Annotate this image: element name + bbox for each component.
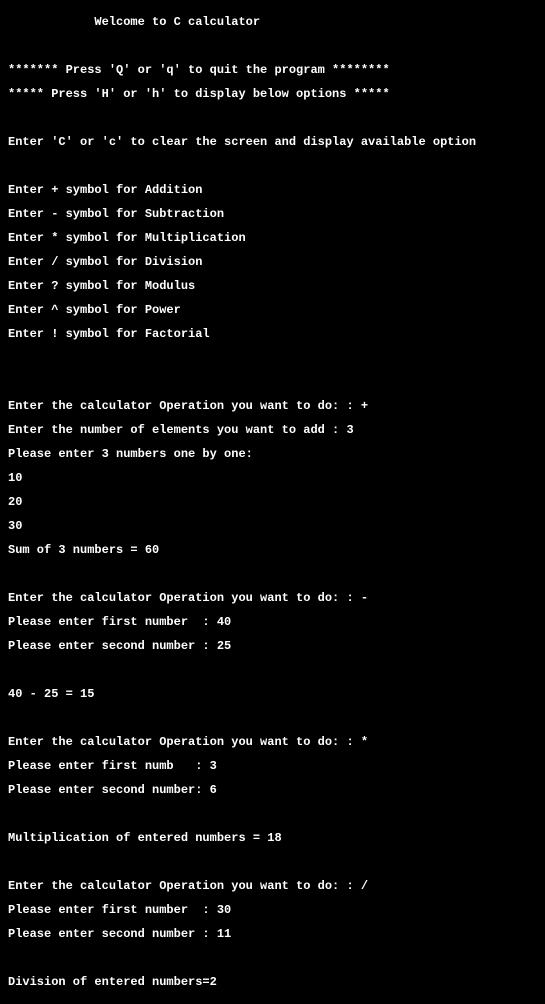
terminal-line: Please enter first number : 30: [8, 904, 537, 916]
terminal-line: Please enter first number : 40: [8, 616, 537, 628]
terminal-line: Please enter second number : 25: [8, 640, 537, 652]
terminal-line: [8, 664, 537, 676]
terminal-line: Enter 'C' or 'c' to clear the screen and…: [8, 136, 537, 148]
terminal-line: Enter the calculator Operation you want …: [8, 592, 537, 604]
terminal-line: [8, 376, 537, 388]
terminal-line: Enter ^ symbol for Power: [8, 304, 537, 316]
terminal-line: 30: [8, 520, 537, 532]
terminal-line: 20: [8, 496, 537, 508]
terminal-line: Division of entered numbers=2: [8, 976, 537, 988]
terminal-line: Multiplication of entered numbers = 18: [8, 832, 537, 844]
terminal-line: Enter / symbol for Division: [8, 256, 537, 268]
terminal-line: Enter the calculator Operation you want …: [8, 736, 537, 748]
terminal-line: Enter - symbol for Subtraction: [8, 208, 537, 220]
terminal-line: Please enter 3 numbers one by one:: [8, 448, 537, 460]
terminal-line: [8, 952, 537, 964]
terminal-line: ******* Press 'Q' or 'q' to quit the pro…: [8, 64, 537, 76]
terminal-line: Enter ? symbol for Modulus: [8, 280, 537, 292]
terminal-line: [8, 712, 537, 724]
terminal-line: Welcome to C calculator: [8, 16, 537, 28]
terminal-line: [8, 112, 537, 124]
terminal-line: Enter + symbol for Addition: [8, 184, 537, 196]
terminal-line: Enter the calculator Operation you want …: [8, 400, 537, 412]
terminal-line: [8, 160, 537, 172]
terminal-line: Enter the number of elements you want to…: [8, 424, 537, 436]
terminal-output: Welcome to C calculator ******* Press 'Q…: [0, 0, 545, 1004]
terminal-line: 40 - 25 = 15: [8, 688, 537, 700]
terminal-line: [8, 808, 537, 820]
terminal-line: Enter the calculator Operation you want …: [8, 880, 537, 892]
terminal-line: Please enter second number: 6: [8, 784, 537, 796]
terminal-line: [8, 352, 537, 364]
terminal-line: [8, 856, 537, 868]
terminal-line: Please enter first numb : 3: [8, 760, 537, 772]
terminal-line: 10: [8, 472, 537, 484]
terminal-line: [8, 568, 537, 580]
terminal-line: Sum of 3 numbers = 60: [8, 544, 537, 556]
terminal-line: [8, 40, 537, 52]
terminal-line: ***** Press 'H' or 'h' to display below …: [8, 88, 537, 100]
terminal-line: Please enter second number : 11: [8, 928, 537, 940]
terminal-line: Enter ! symbol for Factorial: [8, 328, 537, 340]
terminal-line: Enter * symbol for Multiplication: [8, 232, 537, 244]
